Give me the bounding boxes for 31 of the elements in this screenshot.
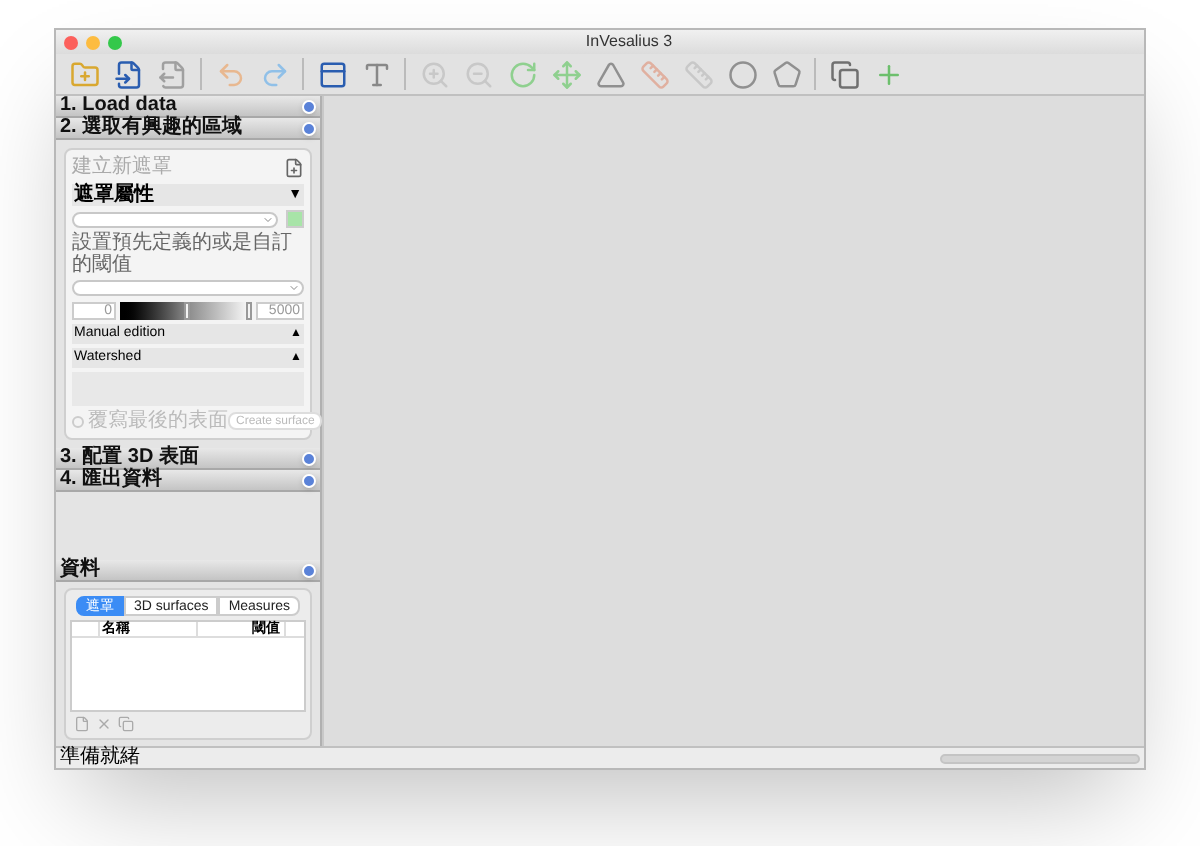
- section-header[interactable]: 3. 配置 3D 表面: [56, 448, 320, 470]
- maximize-button[interactable]: [108, 35, 122, 49]
- threshold-label: 設置預先定義的或是自訂的閾值: [72, 232, 294, 276]
- mask-color-swatch[interactable]: [286, 210, 304, 228]
- threshold-slider[interactable]: [120, 301, 252, 319]
- mask-dropdown[interactable]: [72, 211, 278, 227]
- slider-thumb[interactable]: [246, 301, 252, 319]
- section-title: 1. Load data: [60, 96, 177, 116]
- section-title: 3. 配置 3D 表面: [60, 448, 199, 468]
- section-header[interactable]: 資料: [56, 560, 320, 582]
- chevron-down-icon: [288, 282, 300, 294]
- delete-icon[interactable]: [96, 716, 112, 732]
- section-header[interactable]: 1. Load data: [56, 96, 320, 118]
- overwrite-label: 覆寫最後的表面: [88, 410, 228, 432]
- duplicate-icon[interactable]: [118, 716, 134, 732]
- new-mask-icon[interactable]: [284, 158, 304, 178]
- section-title: 4. 匯出資料: [60, 470, 163, 490]
- section-title: 2. 選取有興趣的區域: [60, 118, 243, 138]
- status-text: 準備就緒: [60, 748, 140, 768]
- new-file-icon[interactable]: [74, 716, 90, 732]
- slider-thumb[interactable]: [183, 301, 189, 319]
- window-title: InVesalius 3: [583, 32, 675, 52]
- properties-title: 遮罩屬性: [74, 184, 154, 206]
- section-header[interactable]: 2. 選取有興趣的區域: [56, 118, 320, 140]
- chevron-down-icon: [262, 213, 274, 225]
- toggle-icon: [302, 563, 316, 577]
- close-button[interactable]: [64, 35, 78, 49]
- new-mask-label: 建立新遮罩: [72, 156, 172, 180]
- minimize-button[interactable]: [86, 35, 100, 49]
- section-title: 資料: [60, 560, 100, 580]
- section-header[interactable]: 4. 匯出資料: [56, 470, 320, 492]
